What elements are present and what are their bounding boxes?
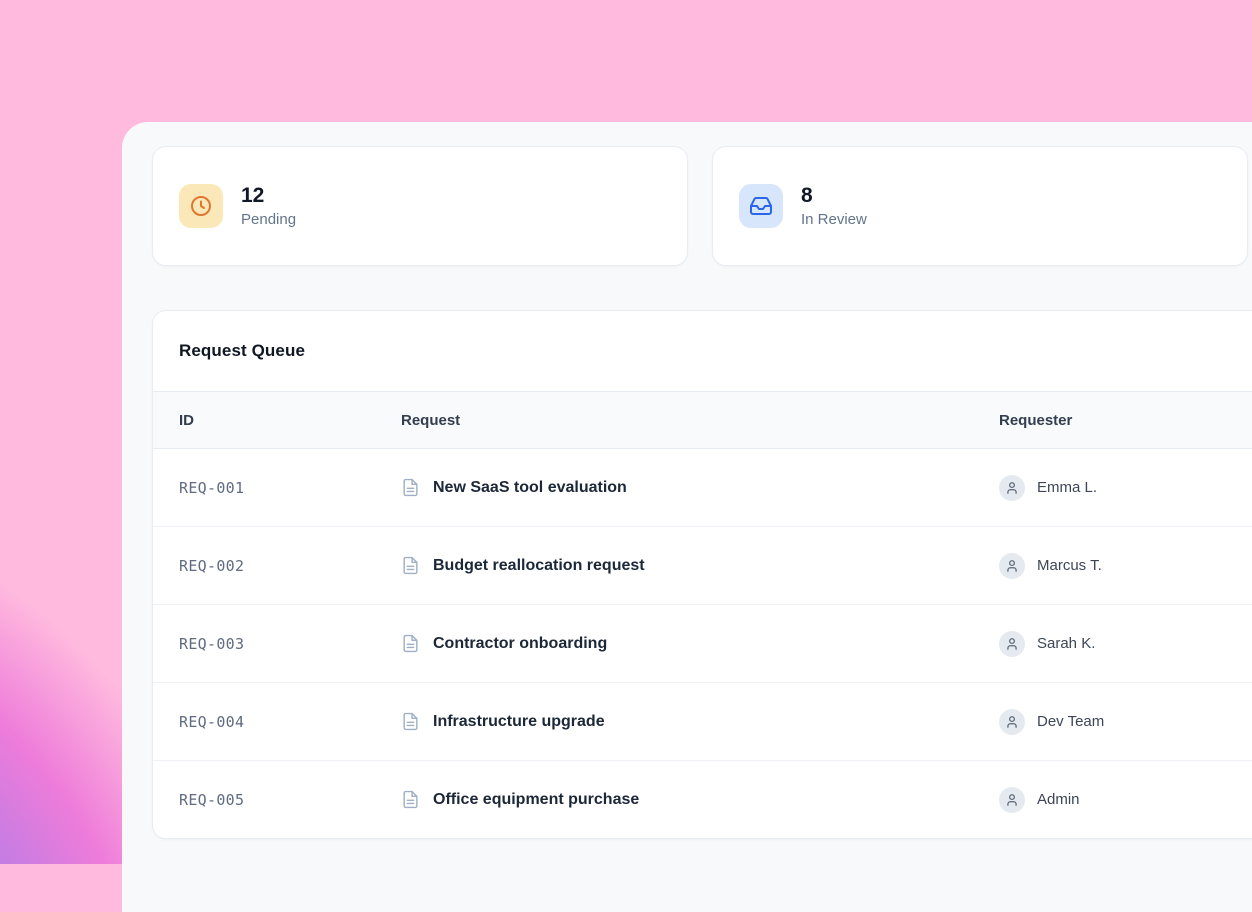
request-id: REQ-004 xyxy=(179,713,401,731)
requester-cell: Emma L. xyxy=(999,475,1252,501)
file-text-icon xyxy=(401,478,420,497)
request-cell: Budget reallocation request xyxy=(401,556,999,575)
file-text-icon xyxy=(401,634,420,653)
stats-row: 12 Pending 8 In Review xyxy=(152,146,1248,266)
stat-text-pending: 12 Pending xyxy=(241,184,296,228)
person-icon xyxy=(1005,481,1019,495)
column-header-id: ID xyxy=(179,412,401,429)
table-row[interactable]: REQ-002 Budget reallocation request xyxy=(153,526,1252,604)
file-text-icon xyxy=(401,790,420,809)
table-row[interactable]: REQ-004 Infrastructure upgrade xyxy=(153,682,1252,760)
avatar xyxy=(999,553,1025,579)
avatar xyxy=(999,475,1025,501)
person-icon xyxy=(1005,793,1019,807)
inbox-icon xyxy=(739,184,783,228)
request-cell: Infrastructure upgrade xyxy=(401,712,999,731)
table-row[interactable]: REQ-003 Contractor onboarding xyxy=(153,604,1252,682)
app-background: { "colors": { "background_pink": "#ffbad… xyxy=(0,0,1252,864)
requester-cell: Dev Team xyxy=(999,709,1252,735)
table-row[interactable]: REQ-005 Office equipment purchase xyxy=(153,760,1252,838)
stat-value-pending: 12 xyxy=(241,184,296,208)
table-row[interactable]: REQ-001 New SaaS tool evaluation xyxy=(153,449,1252,526)
file-text-icon xyxy=(401,556,420,575)
requester-name: Emma L. xyxy=(1037,479,1097,496)
requester-name: Marcus T. xyxy=(1037,557,1102,574)
main-panel: 12 Pending 8 In Review Request Queue ID xyxy=(122,122,1252,912)
clock-icon xyxy=(179,184,223,228)
table-header-row: ID Request Requester xyxy=(153,391,1252,449)
column-header-requester: Requester xyxy=(999,412,1252,429)
requester-name: Admin xyxy=(1037,791,1080,808)
stat-value-in-review: 8 xyxy=(801,184,867,208)
stat-card-in-review: 8 In Review xyxy=(712,146,1248,266)
person-icon xyxy=(1005,637,1019,651)
avatar xyxy=(999,631,1025,657)
avatar xyxy=(999,709,1025,735)
request-title: Infrastructure upgrade xyxy=(433,713,605,731)
request-id: REQ-005 xyxy=(179,791,401,809)
request-queue-card: Request Queue ID Request Requester REQ-0… xyxy=(152,310,1252,839)
queue-title-bar: Request Queue xyxy=(153,311,1252,391)
column-header-request: Request xyxy=(401,412,999,429)
requester-cell: Marcus T. xyxy=(999,553,1252,579)
request-title: Budget reallocation request xyxy=(433,557,645,575)
request-title: Contractor onboarding xyxy=(433,635,607,653)
requester-cell: Sarah K. xyxy=(999,631,1252,657)
table-body: REQ-001 New SaaS tool evaluation xyxy=(153,449,1252,838)
file-text-icon xyxy=(401,712,420,731)
stat-text-in-review: 8 In Review xyxy=(801,184,867,228)
stat-card-pending: 12 Pending xyxy=(152,146,688,266)
stat-label-in-review: In Review xyxy=(801,211,867,228)
request-id: REQ-003 xyxy=(179,635,401,653)
request-cell: Office equipment purchase xyxy=(401,790,999,809)
request-title: Office equipment purchase xyxy=(433,791,639,809)
requester-cell: Admin xyxy=(999,787,1252,813)
request-id: REQ-001 xyxy=(179,479,401,497)
requester-name: Sarah K. xyxy=(1037,635,1095,652)
request-id: REQ-002 xyxy=(179,557,401,575)
avatar xyxy=(999,787,1025,813)
requester-name: Dev Team xyxy=(1037,713,1104,730)
person-icon xyxy=(1005,559,1019,573)
person-icon xyxy=(1005,715,1019,729)
queue-title: Request Queue xyxy=(179,341,305,361)
request-title: New SaaS tool evaluation xyxy=(433,479,627,497)
stat-label-pending: Pending xyxy=(241,211,296,228)
request-cell: Contractor onboarding xyxy=(401,634,999,653)
request-cell: New SaaS tool evaluation xyxy=(401,478,999,497)
